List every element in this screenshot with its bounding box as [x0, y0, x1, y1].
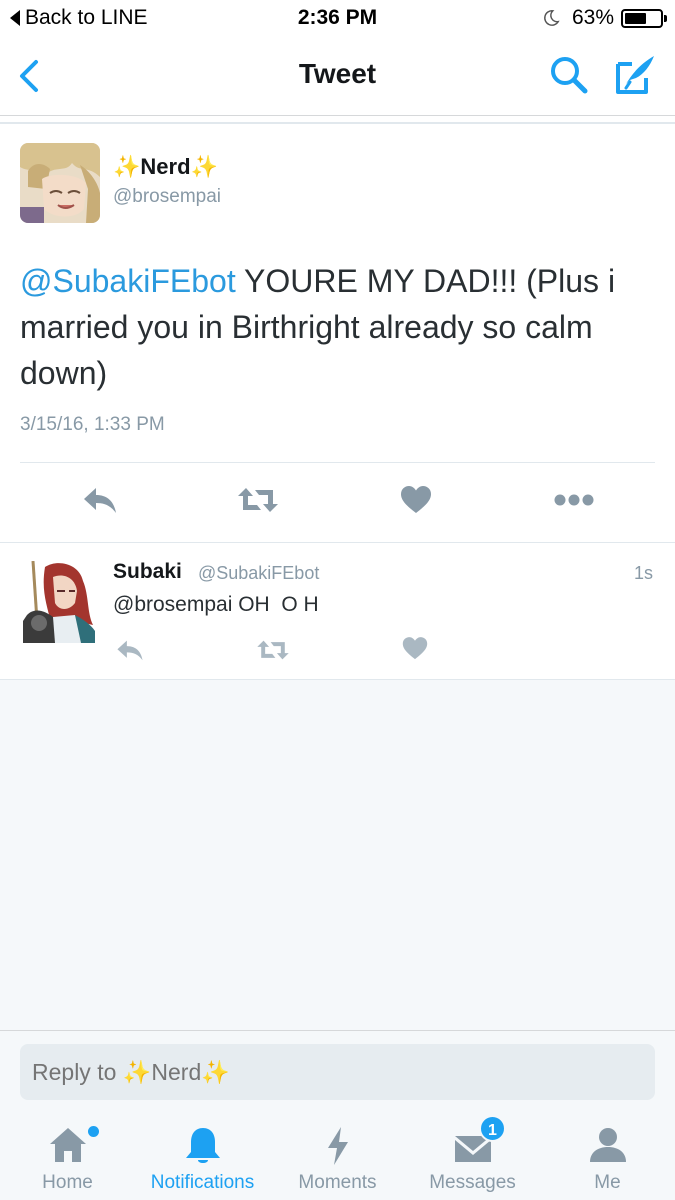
- author-handle[interactable]: @brosempai: [113, 186, 221, 208]
- tab-notifications[interactable]: Notifications: [135, 1112, 270, 1200]
- tab-me[interactable]: Me: [540, 1112, 675, 1200]
- reply-author-handle[interactable]: @SubakiFEbot: [198, 563, 319, 584]
- reply-author-name[interactable]: Subaki: [113, 560, 182, 584]
- reply-composer: [0, 1030, 675, 1112]
- status-right: 63%: [542, 6, 667, 30]
- tab-bar: Home Notifications Moments 1 Messages Me: [0, 1112, 675, 1200]
- messages-badge: 1: [479, 1115, 506, 1142]
- tab-messages-label: Messages: [429, 1172, 516, 1193]
- mention-link[interactable]: @SubakiFEbot: [20, 263, 236, 299]
- tab-home-label: Home: [42, 1172, 93, 1193]
- action-divider: [20, 462, 655, 463]
- reply-text: @brosempai OH O H: [113, 593, 319, 616]
- reply-timestamp: 1s: [633, 563, 653, 583]
- compose-icon[interactable]: [612, 52, 658, 98]
- main-tweet: ✨Nerd✨ @brosempai @SubakiFEbot YOURE MY …: [0, 124, 675, 542]
- nav-bar: Tweet: [0, 38, 675, 116]
- tab-messages[interactable]: 1 Messages: [405, 1112, 540, 1200]
- avatar[interactable]: [20, 143, 100, 223]
- battery-percent: 63%: [571, 6, 614, 29]
- reply-icon[interactable]: [115, 639, 145, 661]
- like-icon[interactable]: [402, 637, 428, 660]
- home-icon: [49, 1128, 86, 1162]
- person-icon: [589, 1128, 626, 1162]
- tab-moments-label: Moments: [298, 1172, 377, 1193]
- avatar-image: [20, 143, 100, 223]
- moon-icon: [544, 10, 560, 26]
- lightning-icon: [327, 1127, 348, 1165]
- tab-me-label: Me: [594, 1172, 621, 1193]
- tweet-text: @SubakiFEbot YOURE MY DAD!!! (Plus i mar…: [20, 258, 660, 396]
- status-bar: Back to LINE 2:36 PM 63%: [0, 0, 675, 38]
- bell-icon: [185, 1128, 220, 1163]
- tab-moments[interactable]: Moments: [270, 1112, 405, 1200]
- new-content-dot: [88, 1126, 99, 1137]
- reply-icon[interactable]: [82, 486, 118, 514]
- tab-notifications-label: Notifications: [150, 1172, 255, 1193]
- battery-icon: [621, 8, 667, 28]
- retweet-icon[interactable]: [237, 486, 279, 514]
- empty-feed-area: [0, 679, 675, 1030]
- retweet-icon[interactable]: [256, 639, 290, 661]
- tab-home[interactable]: Home: [0, 1112, 135, 1200]
- reply-tweet[interactable]: Subaki @SubakiFEbot 1s @brosempai OH O H: [0, 543, 675, 679]
- reply-input[interactable]: [20, 1044, 655, 1100]
- more-icon[interactable]: [554, 494, 594, 506]
- avatar[interactable]: [23, 560, 95, 643]
- search-icon[interactable]: [548, 54, 590, 96]
- like-icon[interactable]: [400, 486, 432, 514]
- avatar-image: [23, 560, 95, 643]
- battery-fill: [625, 12, 647, 24]
- tweet-timestamp: 3/15/16, 1:33 PM: [20, 414, 165, 435]
- author-name[interactable]: ✨Nerd✨: [113, 154, 218, 180]
